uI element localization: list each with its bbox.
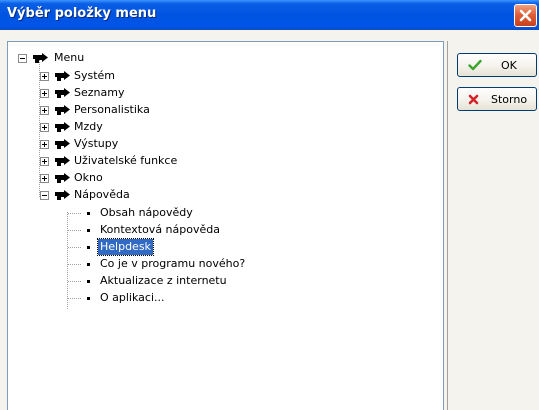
close-icon — [519, 9, 532, 22]
tree-leaf-label: Kontextová nápověda — [100, 223, 220, 236]
bullet-icon — [87, 297, 90, 300]
bullet-icon — [87, 229, 90, 232]
tree-connector-line — [68, 281, 81, 282]
tree-content: Menu Systém Seznamy Personalistika Mzdy … — [8, 42, 443, 410]
checkmark-icon — [468, 59, 482, 71]
menu-arrow-icon — [55, 71, 70, 81]
tree-connector-line — [68, 264, 81, 265]
menu-tree[interactable]: Menu Systém Seznamy Personalistika Mzdy … — [7, 41, 444, 410]
tree-node-label: Menu — [54, 51, 85, 64]
tree-node-label: Mzdy — [74, 120, 103, 133]
tree-node-label: Personalistika — [74, 103, 150, 116]
menu-arrow-icon — [55, 105, 70, 115]
menu-arrow-icon — [55, 156, 70, 166]
expand-toggle[interactable] — [40, 89, 49, 98]
expand-toggle[interactable] — [40, 72, 49, 81]
tree-connector-line — [68, 247, 81, 248]
close-button[interactable] — [514, 4, 537, 27]
expand-toggle[interactable] — [40, 174, 49, 183]
tree-node-label: Okno — [74, 171, 103, 184]
menu-arrow-icon — [55, 88, 70, 98]
title-bar: Výběr položky menu — [0, 0, 539, 30]
menu-arrow-icon — [55, 139, 70, 149]
cancel-button[interactable]: Storno — [457, 87, 537, 111]
tree-leaf-label: Helpdesk — [97, 238, 154, 256]
dialog-client-area: Menu Systém Seznamy Personalistika Mzdy … — [0, 30, 539, 410]
tree-leaf-label: O aplikaci... — [100, 291, 165, 304]
tree-connector-line — [67, 212, 68, 309]
tree-node-label: Systém — [74, 69, 116, 82]
expand-toggle[interactable] — [40, 106, 49, 115]
tree-connector-line — [68, 213, 81, 214]
panel-divider — [447, 41, 448, 410]
tree-leaf-label: Aktualizace z internetu — [100, 274, 227, 287]
menu-arrow-icon — [55, 173, 70, 183]
tree-node-label: Výstupy — [74, 137, 119, 150]
menu-arrow-icon — [55, 190, 70, 200]
window-title: Výběr položky menu — [7, 6, 157, 21]
menu-arrow-icon — [33, 53, 48, 63]
collapse-toggle[interactable] — [18, 54, 27, 63]
tree-node-label: Nápověda — [74, 188, 130, 201]
tree-connector-line — [68, 298, 81, 299]
tree-leaf-label: Co je v programu nového? — [100, 257, 246, 270]
tree-connector-line — [68, 230, 81, 231]
cancel-x-icon — [468, 94, 479, 105]
expand-toggle[interactable] — [40, 140, 49, 149]
bullet-icon — [87, 212, 90, 215]
collapse-toggle[interactable] — [40, 191, 49, 200]
expand-toggle[interactable] — [40, 123, 49, 132]
cancel-button-label: Storno — [491, 93, 528, 106]
tree-node-label: Seznamy — [74, 86, 125, 99]
tree-leaf-label: Obsah nápovědy — [100, 206, 193, 219]
expand-toggle[interactable] — [40, 157, 49, 166]
menu-arrow-icon — [55, 122, 70, 132]
bullet-icon — [87, 280, 90, 283]
bullet-icon — [87, 263, 90, 266]
ok-button[interactable]: OK — [457, 53, 537, 77]
bullet-icon — [87, 246, 90, 249]
ok-button-label: OK — [501, 59, 517, 72]
tree-node-label: Uživatelské funkce — [74, 154, 178, 167]
